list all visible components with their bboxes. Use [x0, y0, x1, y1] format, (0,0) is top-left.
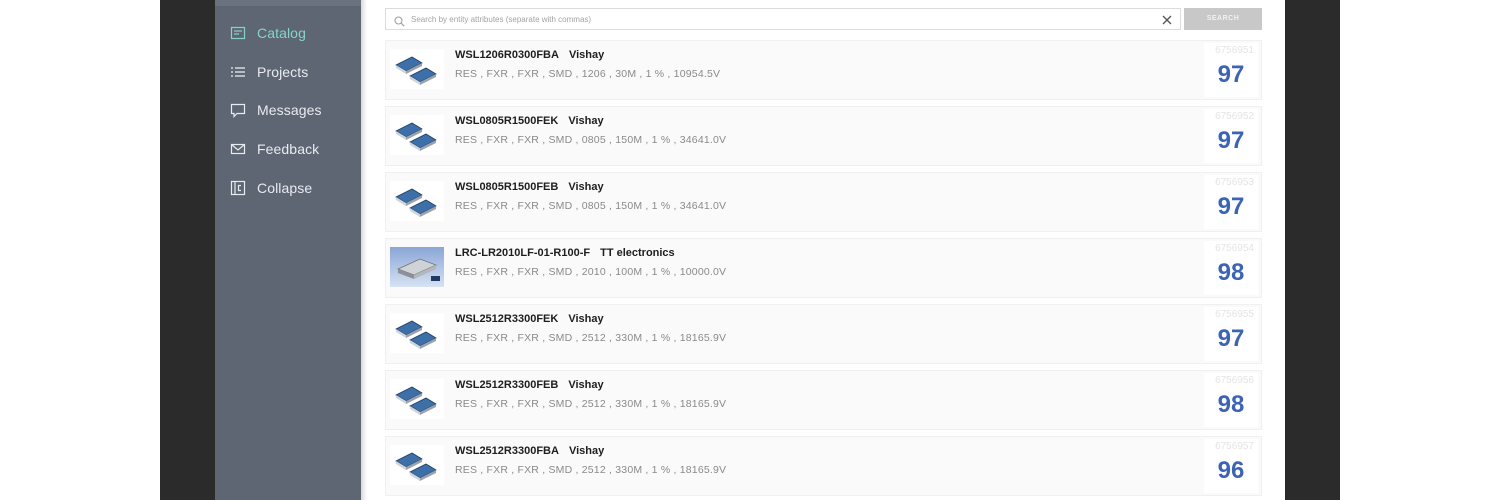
sidebar-item-messages[interactable]: Messages	[215, 95, 361, 125]
part-title: WSL2512R3300FEK Vishay	[455, 313, 604, 325]
result-row[interactable]: WSL0805R1500FEB Vishay RES , FXR , FXR , S…	[385, 172, 1262, 232]
part-number[interactable]: LRC-LR2010LF-01-R100-F	[455, 247, 590, 259]
part-number[interactable]: WSL2512R3300FEB	[455, 379, 558, 391]
manufacturer-name: Vishay	[568, 313, 604, 325]
sidebar-item-label: Collapse	[257, 180, 313, 196]
match-score-box: 6756953 97	[1204, 175, 1258, 229]
part-title: WSL0805R1500FEB Vishay	[455, 181, 604, 193]
result-id: 6756953	[1215, 177, 1254, 188]
sidebar-top-edge	[215, 0, 361, 6]
manufacturer-name: Vishay	[568, 445, 605, 457]
match-score-box: 6756956 98	[1204, 373, 1258, 427]
part-number[interactable]: WSL2512R3300FBA	[455, 445, 559, 457]
match-score: 98	[1217, 259, 1245, 286]
search-button[interactable]: SEARCH	[1184, 8, 1262, 30]
part-description: RES , FXR , FXR , SMD , 2512 , 330M , 1 …	[455, 332, 727, 344]
search-icon	[394, 14, 405, 27]
part-number[interactable]: WSL0805R1500FEB	[455, 181, 558, 193]
part-thumbnail	[390, 181, 444, 221]
message-icon	[230, 102, 246, 118]
part-thumbnail	[390, 49, 444, 89]
match-score: 96	[1217, 457, 1245, 484]
sidebar-item-label: Feedback	[257, 141, 320, 157]
sidebar-item-projects[interactable]: Projects	[215, 57, 361, 87]
sidebar-item-label: Messages	[257, 102, 322, 118]
part-thumbnail	[390, 115, 444, 155]
search-input[interactable]	[411, 14, 1151, 24]
sidebar: Catalog Projects Messages Feedback Colla…	[215, 0, 361, 500]
part-description: RES , FXR , FXR , SMD , 0805 , 150M , 1 …	[455, 134, 727, 146]
part-thumbnail	[390, 313, 444, 353]
result-row[interactable]: LRC-LR2010LF-01-R100-F TT electronics RES …	[385, 238, 1262, 298]
part-thumbnail	[390, 445, 444, 485]
sidebar-item-feedback[interactable]: Feedback	[215, 134, 361, 164]
match-score-box: 6756957 96	[1204, 439, 1258, 493]
match-score: 97	[1217, 61, 1245, 88]
match-score-box: 6756955 97	[1204, 307, 1258, 361]
part-number[interactable]: WSL0805R1500FEK	[455, 115, 558, 127]
match-score: 98	[1217, 391, 1245, 418]
part-description: RES , FXR , FXR , SMD , 2010 , 100M , 1 …	[455, 266, 727, 278]
part-title: WSL0805R1500FEK Vishay	[455, 115, 604, 127]
result-row[interactable]: WSL0805R1500FEK Vishay RES , FXR , FXR , S…	[385, 106, 1262, 166]
part-title: WSL2512R3300FEB Vishay	[455, 379, 604, 391]
sidebar-item-label: Catalog	[257, 25, 306, 41]
result-row[interactable]: WSL1206R0300FBA Vishay RES , FXR , FXR , S…	[385, 40, 1262, 100]
part-description: RES , FXR , FXR , SMD , 2512 , 330M , 1 …	[455, 464, 727, 476]
match-score: 97	[1217, 127, 1245, 154]
match-score-box: 6756951 97	[1204, 43, 1258, 97]
result-row[interactable]: WSL2512R3300FEK Vishay RES , FXR , FXR , S…	[385, 304, 1262, 364]
part-title: WSL2512R3300FBA Vishay	[455, 445, 604, 457]
match-score: 97	[1217, 325, 1245, 352]
sidebar-item-label: Projects	[257, 64, 309, 80]
device-frame-left	[160, 0, 215, 500]
list-icon	[230, 64, 246, 80]
match-score-box: 6756954 98	[1204, 241, 1258, 295]
sidebar-item-catalog[interactable]: Catalog	[215, 18, 361, 48]
result-id: 6756951	[1215, 45, 1254, 56]
part-title: LRC-LR2010LF-01-R100-F TT electronics	[455, 247, 675, 259]
result-id: 6756957	[1215, 441, 1254, 452]
sidebar-item-collapse[interactable]: Collapse	[215, 173, 361, 203]
mail-icon	[230, 141, 246, 157]
match-score-box: 6756952 97	[1204, 109, 1258, 163]
result-id: 6756954	[1215, 243, 1254, 254]
main-edge-shadow	[361, 0, 367, 500]
part-description: RES , FXR , FXR , SMD , 1206 , 30M , 1 %…	[455, 68, 721, 80]
manufacturer-name: Vishay	[568, 379, 604, 391]
manufacturer-name: Vishay	[568, 115, 604, 127]
part-title: WSL1206R0300FBA Vishay	[455, 49, 604, 61]
result-id: 6756956	[1215, 375, 1254, 386]
collapse-icon	[230, 180, 246, 196]
part-description: RES , FXR , FXR , SMD , 2512 , 330M , 1 …	[455, 398, 727, 410]
result-id: 6756955	[1215, 309, 1254, 320]
close-icon[interactable]	[1161, 13, 1173, 25]
search-bar	[385, 8, 1181, 30]
manufacturer-name: TT electronics	[600, 247, 675, 259]
part-thumbnail	[390, 379, 444, 419]
match-score: 97	[1217, 193, 1245, 220]
manufacturer-name: Vishay	[568, 181, 604, 193]
catalog-icon	[230, 25, 246, 41]
manufacturer-name: Vishay	[568, 49, 605, 61]
part-number[interactable]: WSL2512R3300FEK	[455, 313, 558, 325]
part-thumbnail	[390, 247, 444, 287]
main-content: SEARCH WSL1206R0300FBA Vishay RES , FXR , …	[361, 0, 1285, 500]
device-frame-right	[1285, 0, 1340, 500]
result-id: 6756952	[1215, 111, 1254, 122]
part-number[interactable]: WSL1206R0300FBA	[455, 49, 559, 61]
result-row[interactable]: WSL2512R3300FBA Vishay RES , FXR , FXR , S…	[385, 436, 1262, 496]
result-row[interactable]: WSL2512R3300FEB Vishay RES , FXR , FXR , S…	[385, 370, 1262, 430]
part-description: RES , FXR , FXR , SMD , 0805 , 150M , 1 …	[455, 200, 727, 212]
